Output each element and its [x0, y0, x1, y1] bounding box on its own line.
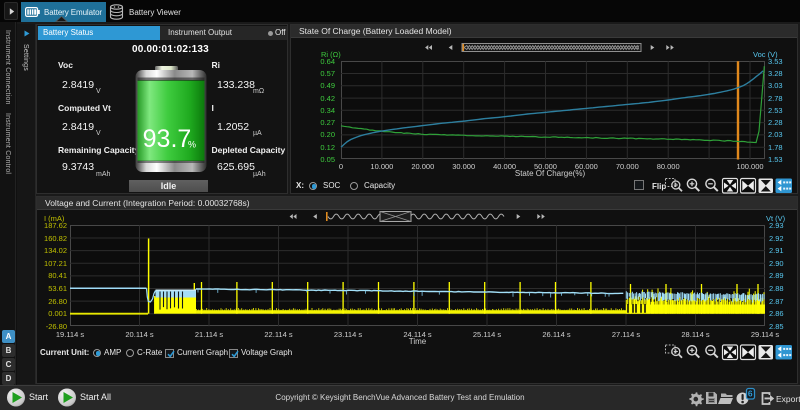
svg-text:6: 6: [748, 389, 753, 399]
